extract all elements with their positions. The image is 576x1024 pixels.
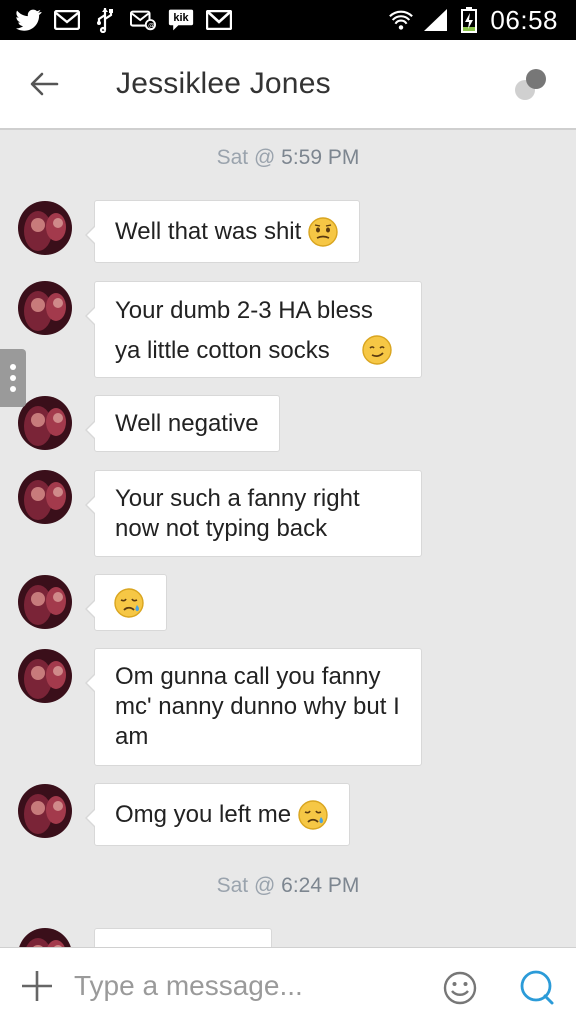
- date-separator: Sat @ 6:24 PM: [216, 874, 360, 897]
- email-sync-icon: @: [130, 8, 156, 32]
- twitter-icon: [16, 8, 42, 32]
- avatar[interactable]: [18, 470, 72, 524]
- message-bubble[interactable]: Well negative: [85, 395, 280, 452]
- message-bubble[interactable]: Om gunna call you fanny mc' nanny dunno …: [85, 648, 422, 766]
- message-bubble[interactable]: Well that was shit: [84, 200, 361, 263]
- side-drawer-handle[interactable]: [0, 349, 26, 407]
- notification-icons: @ kik: [0, 8, 232, 33]
- emoji-button[interactable]: [440, 968, 480, 1008]
- avatar[interactable]: [18, 928, 72, 947]
- status-bar: @ kik 06:58: [0, 0, 576, 40]
- message-bubble[interactable]: Your dumb 2-3 HA bless ya little cotton …: [85, 281, 422, 378]
- plus-icon: [22, 971, 52, 1001]
- back-button[interactable]: [0, 39, 88, 129]
- send-icon: [520, 970, 554, 1005]
- avatar[interactable]: [18, 649, 72, 703]
- message-bubble[interactable]: Omg you left me: [84, 783, 351, 846]
- typing-dots-icon: [512, 66, 552, 106]
- date-separator: Sat @ 5:59 PM: [216, 146, 360, 169]
- conversation-header: Jessiklee Jones: [0, 40, 576, 130]
- system-status: 06:58: [388, 5, 576, 36]
- avatar[interactable]: [18, 575, 72, 629]
- avatar[interactable]: [18, 784, 72, 838]
- avatar[interactable]: [18, 201, 72, 255]
- battery-charging-icon: [456, 7, 482, 33]
- back-arrow-icon: [30, 72, 59, 96]
- avatar[interactable]: [18, 281, 72, 335]
- gmail-icon: [206, 8, 232, 32]
- usb-icon: [92, 8, 118, 33]
- signal-icon: [422, 8, 448, 32]
- message-bubble[interactable]: [85, 574, 167, 631]
- avatar[interactable]: [18, 396, 72, 450]
- email-icon: [54, 8, 80, 32]
- wifi-icon: [388, 8, 414, 32]
- clock: 06:58: [490, 4, 558, 35]
- confused-face-emoji: [308, 216, 338, 247]
- message-bubble-partial[interactable]: [94, 928, 272, 947]
- message-input-bar: [0, 947, 576, 1024]
- message-input[interactable]: [74, 970, 414, 1002]
- kik-icon: kik: [168, 8, 194, 32]
- message-list[interactable]: Sat @ 5:59 PM Well that was shit Your du…: [0, 132, 576, 947]
- attach-button[interactable]: [0, 948, 74, 1024]
- crying-face-emoji: [114, 587, 144, 618]
- contact-name[interactable]: Jessiklee Jones: [116, 67, 331, 101]
- svg-text:@: @: [148, 21, 155, 29]
- smiley-icon: [443, 971, 477, 1005]
- kik-label: kik: [173, 11, 189, 24]
- crying-face-emoji: [298, 799, 328, 830]
- smirk-face-emoji: [362, 335, 392, 365]
- message-bubble[interactable]: Your such a fanny right now not typing b…: [85, 470, 422, 557]
- send-button[interactable]: [517, 967, 557, 1007]
